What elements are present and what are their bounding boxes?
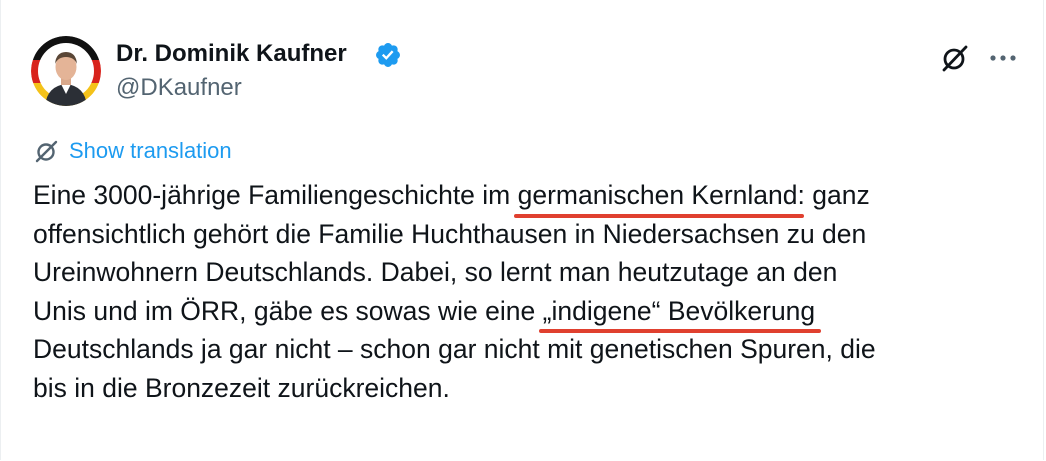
grok-translate-icon <box>35 140 58 163</box>
tweet-text-segment: : ganz <box>797 180 870 210</box>
show-translation-label: Show translation <box>69 138 232 163</box>
grok-button[interactable] <box>937 40 973 76</box>
tweet-text: Eine 3000-jährige Familiengeschichte im … <box>33 176 1013 407</box>
highlighted-phrase: germanischen Kernland <box>513 176 804 217</box>
show-translation-link[interactable]: Show translation <box>33 136 232 166</box>
tweet-line: Eine 3000-jährige Familiengeschichte im … <box>33 176 1013 217</box>
tweet-line: bis in die Bronzezeit zurückreichen. <box>33 372 450 403</box>
more-options-button[interactable] <box>985 40 1021 76</box>
tweet-line: Ureinwohnern Deutschlands. Dabei, so ler… <box>33 257 838 287</box>
tweet-line: Unis und im ÖRR, gäbe es sowas wie eine … <box>33 292 1013 333</box>
avatar-image <box>31 36 101 106</box>
highlighted-phrase: „indigene“ Bevölkerung <box>538 292 821 333</box>
tweet-line: offensichtlich gehört die Familie Huchth… <box>33 218 867 249</box>
tweet-card: Dr. Dominik Kaufner @DKaufner Show trans… <box>0 0 1044 460</box>
avatar[interactable] <box>31 36 101 106</box>
author-display-name[interactable]: Dr. Dominik Kaufner <box>116 40 347 68</box>
author-handle[interactable]: @DKaufner <box>116 74 242 102</box>
more-icon <box>990 55 1016 61</box>
verified-badge-icon <box>374 41 402 69</box>
grok-icon <box>942 45 968 72</box>
tweet-text-segment: Eine 3000-jährige Familiengeschichte im <box>33 180 518 210</box>
tweet-line: Deutschlands ja gar nicht – schon gar ni… <box>33 334 876 364</box>
tweet-text-segment: Unis und im ÖRR, gäbe es sowas wie eine <box>33 295 543 326</box>
